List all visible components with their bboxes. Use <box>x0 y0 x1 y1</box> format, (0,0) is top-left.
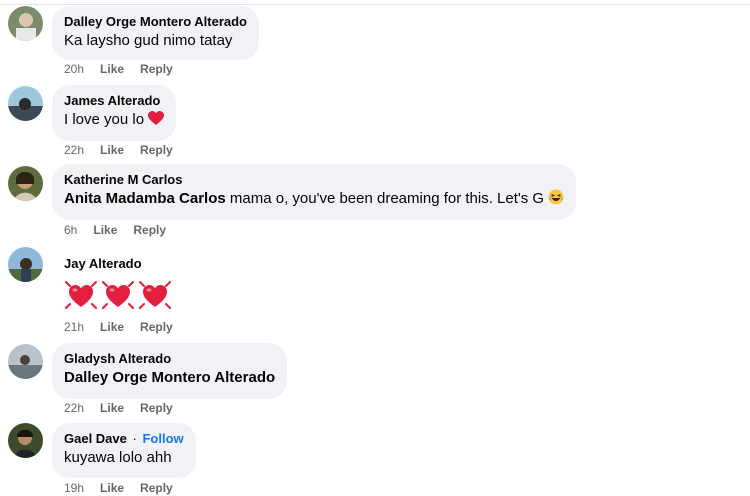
reply-button[interactable]: Reply <box>140 62 173 76</box>
comment-author[interactable]: Gael Dave <box>64 431 127 446</box>
comment-bubble: Jay Alterado <box>52 248 187 314</box>
like-button[interactable]: Like <box>100 62 124 76</box>
comment-actions: 6h Like Reply <box>64 222 182 238</box>
comment-text: mama o, you've been dreaming for this. L… <box>225 190 545 207</box>
comment-bubble: Gladysh Alterado Dalley Orge Montero Alt… <box>52 343 288 399</box>
comment-text-row: I love you lo <box>64 110 165 130</box>
comment-actions: 22h Like Reply <box>64 400 189 416</box>
comment-bubble: James Alterado I love you lo <box>52 85 177 141</box>
comment-timestamp[interactable]: 22h <box>64 143 84 157</box>
like-button[interactable]: Like <box>100 401 124 415</box>
comment-text: Ka laysho gud nimo tatay <box>64 32 233 49</box>
comment-text: kuyawa lolo ahh <box>64 449 172 466</box>
avatar[interactable] <box>8 6 43 41</box>
comment-timestamp[interactable]: 19h <box>64 481 84 495</box>
comment-bubble: Gael Dave · Follow kuyawa lolo ahh <box>52 423 196 478</box>
comment-bubble: Dalley Orge Montero Alterado Ka laysho g… <box>52 6 259 60</box>
reply-button[interactable]: Reply <box>133 223 166 237</box>
comment-bubble: Katherine M Carlos Anita Madamba Carlos … <box>52 164 577 220</box>
avatar[interactable] <box>8 344 43 379</box>
red-heart-icon <box>148 111 165 125</box>
comment-actions: 21h Like Reply <box>64 319 189 335</box>
separator-dot: · <box>132 431 137 446</box>
comment-author[interactable]: Gladysh Alterado <box>64 350 275 367</box>
like-button[interactable]: Like <box>100 320 124 334</box>
avatar[interactable] <box>8 247 43 282</box>
comment-author[interactable]: Katherine M Carlos <box>64 171 564 188</box>
reply-button[interactable]: Reply <box>140 481 173 495</box>
reply-button[interactable]: Reply <box>140 320 173 334</box>
beating-heart-icon <box>102 281 134 309</box>
follow-button[interactable]: Follow <box>142 431 183 446</box>
avatar[interactable] <box>8 86 43 121</box>
comment-actions: 19h Like Reply <box>64 480 189 496</box>
comment-text: I love you lo <box>64 111 145 128</box>
comment-timestamp[interactable]: 21h <box>64 320 84 334</box>
reply-button[interactable]: Reply <box>140 143 173 157</box>
laughing-face-icon <box>548 189 564 205</box>
comment-timestamp[interactable]: 22h <box>64 401 84 415</box>
like-button[interactable]: Like <box>100 481 124 495</box>
comment-author[interactable]: James Alterado <box>64 92 164 109</box>
beating-heart-icon <box>139 281 171 309</box>
like-button[interactable]: Like <box>93 223 117 237</box>
beating-heart-icon <box>65 281 97 309</box>
like-button[interactable]: Like <box>100 143 124 157</box>
avatar[interactable] <box>8 166 43 201</box>
comment-actions: 22h Like Reply <box>64 142 189 158</box>
comment-timestamp[interactable]: 20h <box>64 62 84 76</box>
top-divider <box>0 0 750 5</box>
mention-link[interactable]: Dalley Orge Montero Alterado <box>64 368 275 388</box>
emoji-reaction-row <box>64 279 175 316</box>
avatar[interactable] <box>8 423 43 458</box>
comment-actions: 20h Like Reply <box>64 61 189 77</box>
comment-text-row: Anita Madamba Carlos mama o, you've been… <box>64 189 564 209</box>
mention-link[interactable]: Anita Madamba Carlos <box>64 190 226 207</box>
comment-author[interactable]: Dalley Orge Montero Alterado <box>64 13 247 30</box>
reply-button[interactable]: Reply <box>140 401 173 415</box>
comment-timestamp[interactable]: 6h <box>64 223 77 237</box>
comment-author[interactable]: Jay Alterado <box>64 255 175 272</box>
comment-author-row: Gael Dave · Follow <box>64 430 184 447</box>
